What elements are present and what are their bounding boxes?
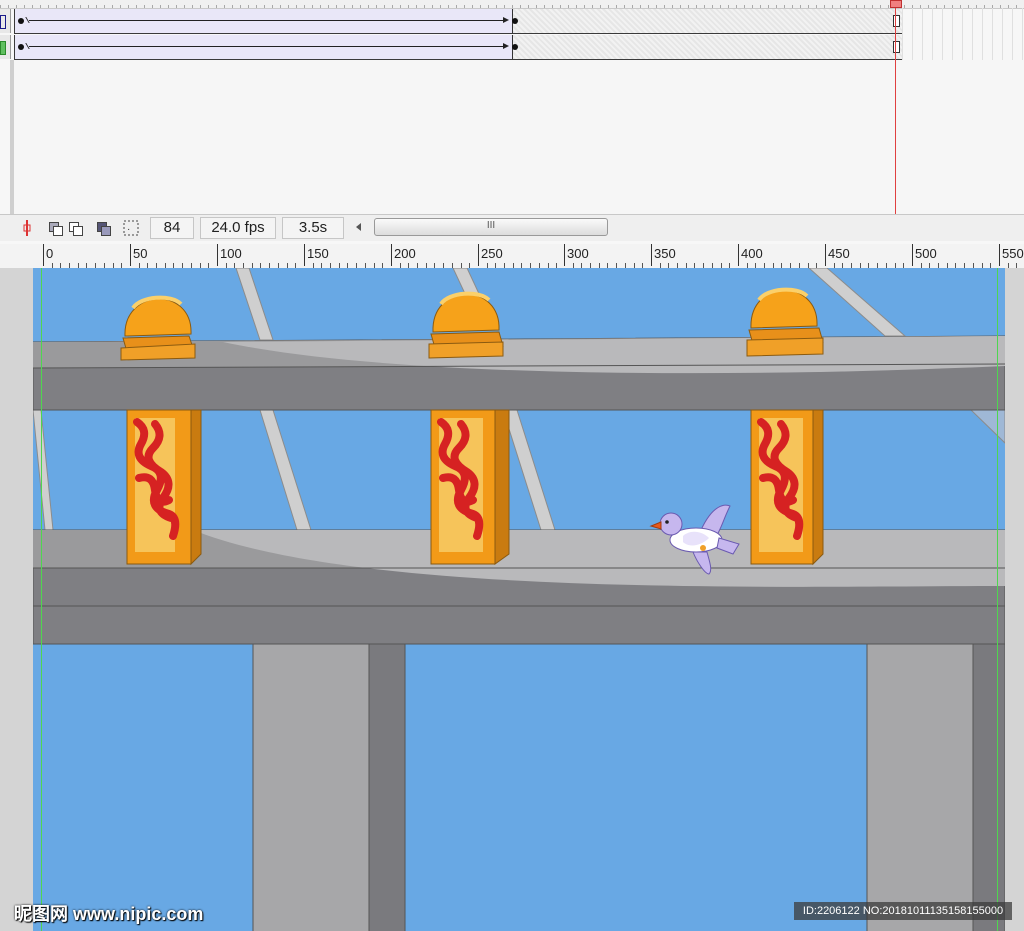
keyframe-end[interactable]	[512, 44, 518, 50]
timeline-panel: · 84 24.0 fps 3.5s III	[0, 0, 1024, 244]
ruler-label: 150	[307, 246, 329, 261]
scroll-thumb[interactable]: III	[374, 218, 608, 236]
watermark-brand: 昵图网 www.nipic.com	[14, 904, 204, 924]
ruler-label: 250	[481, 246, 503, 261]
ruler-major-tick	[217, 244, 218, 266]
ruler-major-tick	[304, 244, 305, 266]
onion-skin-outlines-button[interactable]	[66, 219, 84, 237]
ruler-label: 100	[220, 246, 242, 261]
tween-arrow	[29, 43, 509, 49]
ruler-label: 450	[828, 246, 850, 261]
ruler-major-tick	[999, 244, 1000, 266]
ruler-label: 550	[1002, 246, 1024, 261]
timeline-horizontal-scrollbar[interactable]: III	[350, 217, 608, 237]
ruler-major-tick	[564, 244, 565, 266]
center-frame-icon	[23, 220, 31, 236]
ruler-major-tick	[43, 244, 44, 266]
ruler-major-tick	[738, 244, 739, 266]
layer-1-handle[interactable]	[0, 9, 11, 33]
center-frame-button[interactable]	[18, 219, 36, 237]
pillar-3	[746, 287, 824, 566]
keyframe-start[interactable]	[18, 18, 24, 24]
current-frame-field[interactable]: 84	[150, 217, 194, 239]
ruler-major-tick	[825, 244, 826, 266]
edit-multiple-frames-button[interactable]	[94, 219, 112, 237]
stage-guide-left[interactable]	[41, 268, 42, 931]
watermark-id: ID:2206122 NO:20181011135158155000	[794, 902, 1012, 920]
layer-2-handle[interactable]	[0, 35, 11, 59]
keyframe-end[interactable]	[512, 18, 518, 24]
ruler-label: 300	[567, 246, 589, 261]
motion-tween[interactable]	[15, 9, 518, 33]
ruler-label: 400	[741, 246, 763, 261]
ruler-major-tick	[391, 244, 392, 266]
pillar-2	[428, 291, 510, 565]
ruler-major-tick	[478, 244, 479, 266]
lower-columns	[252, 643, 1005, 931]
layer-1-frames[interactable]	[14, 9, 903, 34]
playhead-handle[interactable]	[890, 0, 902, 8]
onion-skin-button[interactable]	[46, 219, 64, 237]
ruler-label: 0	[46, 246, 54, 261]
ruler-label: 350	[654, 246, 676, 261]
modify-onion-markers-button[interactable]: ·	[122, 219, 140, 237]
timeline-frame-ruler[interactable]	[0, 0, 1024, 9]
elapsed-time-field: 3.5s	[282, 217, 344, 239]
stage-guide-right[interactable]	[997, 268, 998, 931]
timeline-empty-area	[14, 60, 1024, 214]
keyframe-start[interactable]	[18, 44, 24, 50]
ruler-major-tick	[912, 244, 913, 266]
ruler-major-tick	[651, 244, 652, 266]
tween-arrow	[29, 17, 509, 23]
ruler-label: 200	[394, 246, 416, 261]
frame-rate-field[interactable]: 24.0 fps	[200, 217, 276, 239]
onion-markers-icon: ·	[123, 220, 139, 236]
motion-tween[interactable]	[15, 35, 518, 59]
stage-ruler: 0 50 100 150 200 250 300 350 400 450 500 550	[0, 244, 1024, 269]
layer-2-frames[interactable]	[14, 35, 903, 60]
ruler-label: 50	[133, 246, 148, 261]
timeline-status-bar: · 84 24.0 fps 3.5s III	[0, 214, 1024, 241]
stage-canvas[interactable]	[33, 268, 1005, 931]
ruler-major-tick	[130, 244, 131, 266]
ruler-label: 500	[915, 246, 937, 261]
scene-artwork	[33, 268, 1005, 931]
stage-pasteboard	[0, 268, 1024, 931]
svg-text:·: ·	[127, 224, 130, 235]
playhead-line[interactable]	[895, 0, 896, 214]
empty-frames-grid[interactable]	[902, 8, 1024, 60]
scroll-left-icon[interactable]	[356, 223, 361, 231]
pillar-1	[120, 295, 202, 566]
